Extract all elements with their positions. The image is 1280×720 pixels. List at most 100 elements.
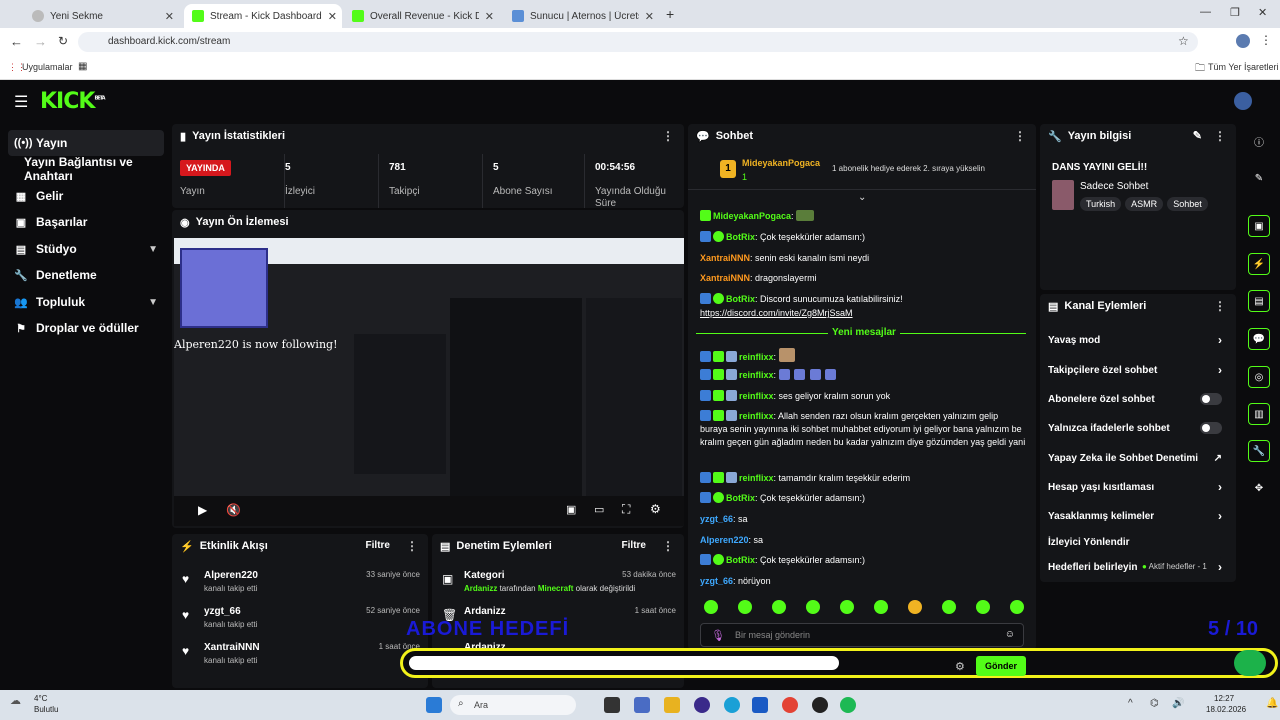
mod-widget-icon[interactable]: ▥ xyxy=(1248,403,1270,425)
chat-username[interactable]: reinflixx xyxy=(739,411,774,421)
sidebar-item-studyo[interactable]: ▤ Stüdyo ▼ xyxy=(8,236,164,262)
chat-settings-icon[interactable]: ⚙ xyxy=(955,660,965,673)
action-slow-mode[interactable]: Yavaş mod › xyxy=(1048,329,1228,351)
sidebar-item-denetleme[interactable]: 🔧 Denetleme xyxy=(8,262,164,288)
action-banned-words[interactable]: Yasaklanmış kelimeler › xyxy=(1048,505,1228,527)
chrome-icon[interactable] xyxy=(782,697,798,713)
pip-icon[interactable]: ▣ xyxy=(566,503,576,516)
pencil-icon[interactable]: ✎ xyxy=(1248,167,1270,189)
sidebar-item-basarilar[interactable]: ▣ Başarılar xyxy=(8,209,164,235)
lightning-widget-icon[interactable]: ⚡ xyxy=(1248,253,1270,275)
browser-menu-icon[interactable]: ⋮ xyxy=(1260,33,1272,47)
tab-groups-icon[interactable]: ▦ xyxy=(78,61,87,72)
leaderboard-user[interactable]: MideyakanPogaca xyxy=(742,158,820,168)
fullscreen-icon[interactable]: ⛶ xyxy=(622,502,630,517)
tab-new-tab[interactable]: Yeni Sekme ✕ xyxy=(24,4,182,28)
toggle-switch[interactable] xyxy=(1200,393,1222,405)
chat-username[interactable]: BotRix xyxy=(726,294,755,304)
chat-input[interactable]: 🎙 Bir mesaj gönderin ☺ xyxy=(700,623,1024,647)
emote-shortcut-icon[interactable] xyxy=(840,600,854,614)
sidebar-item-topluluk[interactable]: 👥 Topluluk ▼ xyxy=(8,289,164,315)
store-icon[interactable] xyxy=(752,697,768,713)
window-close-icon[interactable]: ✕ xyxy=(1258,6,1267,19)
chat-username[interactable]: reinflixx xyxy=(739,473,774,483)
profile-avatar[interactable] xyxy=(1236,34,1250,48)
tag[interactable]: Turkish xyxy=(1080,197,1122,211)
close-icon[interactable]: ✕ xyxy=(165,10,174,23)
tab-overall-revenue[interactable]: Overall Revenue - Kick Dashbo ✕ xyxy=(344,4,502,28)
file-explorer-icon[interactable] xyxy=(664,697,680,713)
emote-shortcut-icon[interactable] xyxy=(942,600,956,614)
reload-icon[interactable]: ↻ xyxy=(58,34,68,48)
sidebar-item-gelir[interactable]: ▦ Gelir xyxy=(8,183,164,209)
filter-button[interactable]: Filtre xyxy=(366,540,390,551)
emoji-picker-icon[interactable]: ☺ xyxy=(1005,629,1015,640)
chat-username[interactable]: MideyakanPogaca xyxy=(713,211,791,221)
url-input[interactable]: dashboard.kick.com/stream xyxy=(78,32,1198,52)
play-icon[interactable]: ▶ xyxy=(198,503,207,517)
back-icon[interactable]: ← xyxy=(10,34,23,49)
info-icon[interactable]: ⓘ xyxy=(1248,130,1270,152)
more-icon[interactable]: ⋮ xyxy=(406,539,418,553)
user-avatar[interactable] xyxy=(1234,92,1252,110)
notification-bell-icon[interactable]: 🔔 xyxy=(1266,698,1278,709)
all-bookmarks[interactable]: Tüm Yer İşaretleri xyxy=(1208,62,1279,72)
emote-shortcut-icon[interactable] xyxy=(704,600,718,614)
activity-name[interactable]: Alperen220 xyxy=(204,570,258,581)
action-redirect-viewers[interactable]: İzleyici Yönlendir xyxy=(1048,531,1228,553)
more-icon[interactable]: ⋮ xyxy=(1014,129,1026,143)
emote-shortcut-icon[interactable] xyxy=(772,600,786,614)
tab-stream-dashboard[interactable]: Stream - Kick Dashboard ✕ xyxy=(184,4,342,28)
obs-icon[interactable] xyxy=(812,697,828,713)
chat-widget-icon[interactable]: 💬 xyxy=(1248,328,1270,350)
bookmark-star-icon[interactable]: ☆ xyxy=(1178,34,1189,48)
taskbar-search[interactable]: ⌕ Ara xyxy=(450,695,576,715)
category-name[interactable]: Sadece Sohbet xyxy=(1080,181,1148,192)
forward-icon[interactable]: → xyxy=(34,34,47,49)
activity-name[interactable]: XantraiNNN xyxy=(204,642,260,653)
edge-icon[interactable] xyxy=(724,697,740,713)
maximize-icon[interactable]: ❐ xyxy=(1230,6,1240,19)
microphone-icon[interactable]: 🎙 xyxy=(711,629,725,642)
widgets-icon[interactable] xyxy=(634,697,650,713)
spotify-icon[interactable] xyxy=(840,697,856,713)
network-icon[interactable]: ⌬ xyxy=(1150,698,1159,709)
action-ai-moderation[interactable]: Yapay Zeka ile Sohbet Denetimi ↗ xyxy=(1048,447,1228,469)
more-icon[interactable]: ⋮ xyxy=(1214,129,1226,143)
send-button[interactable]: Gönder xyxy=(976,656,1026,676)
chat-username[interactable]: BotRix xyxy=(726,232,755,242)
close-icon[interactable]: ✕ xyxy=(328,10,337,23)
more-icon[interactable]: ⋮ xyxy=(1214,299,1226,313)
chat-username[interactable]: yzgt_66 xyxy=(700,514,733,524)
emote-shortcut-icon[interactable] xyxy=(1010,600,1024,614)
action-emotes-only[interactable]: Yalnızca ifadelerle sohbet xyxy=(1048,417,1228,439)
chat-username[interactable]: reinflixx xyxy=(739,352,774,362)
emote-shortcut-icon[interactable] xyxy=(806,600,820,614)
add-widget-icon[interactable]: ✥ xyxy=(1248,477,1270,499)
chat-username[interactable]: BotRix xyxy=(726,493,755,503)
chat-username[interactable]: reinflixx xyxy=(739,370,774,380)
tag[interactable]: Sohbet xyxy=(1167,197,1208,211)
sidebar-item-stream-key[interactable]: Yayın Bağlantısı ve Anahtarı xyxy=(18,155,174,183)
chat-username[interactable]: yzgt_66 xyxy=(700,576,733,586)
windows-start-icon[interactable] xyxy=(426,697,442,713)
close-icon[interactable]: ✕ xyxy=(645,10,654,23)
clock-time[interactable]: 12:27 xyxy=(1214,694,1234,703)
action-account-age[interactable]: Hesap yaşı kısıtlaması › xyxy=(1048,476,1228,498)
broadcast-widget-icon[interactable]: ◎ xyxy=(1248,366,1270,388)
task-view-icon[interactable] xyxy=(604,697,620,713)
mute-icon[interactable]: 🔇 xyxy=(226,503,241,517)
list-widget-icon[interactable]: ▤ xyxy=(1248,290,1270,312)
tab-aternos[interactable]: Sunucu | Aternos | Ücretsiz Min ✕ xyxy=(504,4,662,28)
video-player[interactable]: Alperen220 is now following! ▶ 🔇 ▣ ▭ ⛶ ⚙ xyxy=(174,238,684,526)
emote-shortcut-icon[interactable] xyxy=(874,600,888,614)
tag[interactable]: ASMR xyxy=(1125,197,1164,211)
stats-widget-icon[interactable]: ▣ xyxy=(1248,215,1270,237)
emote-shortcut-icon[interactable] xyxy=(738,600,752,614)
moderation-category[interactable]: Minecraft xyxy=(538,584,574,593)
emote-shortcut-icon[interactable] xyxy=(908,600,922,614)
volume-icon[interactable]: 🔊 xyxy=(1172,698,1184,709)
minimize-icon[interactable]: — xyxy=(1200,6,1211,18)
apps-bookmark[interactable]: Uygulamalar xyxy=(22,62,73,72)
kick-logo[interactable]: KICKBETA xyxy=(40,89,106,114)
